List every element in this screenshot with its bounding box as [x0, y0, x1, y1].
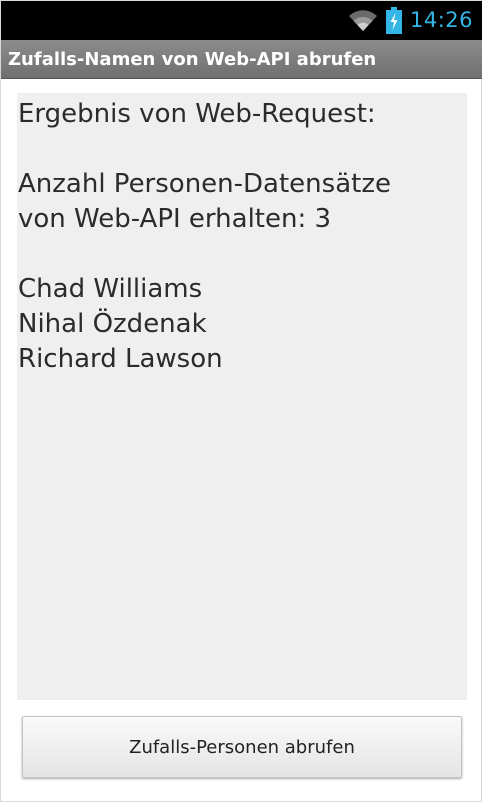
status-clock: 14:26 [409, 8, 473, 32]
result-heading: Ergebnis von Web-Request: [18, 99, 376, 129]
record-count-line-2: von Web-API erhalten: 3 [18, 204, 332, 234]
app-title: Zufalls-Namen von Web-API abrufen [8, 49, 377, 70]
battery-charging-icon [385, 7, 402, 34]
person-name: Nihal Özdenak [18, 309, 207, 339]
status-bar: 14:26 [1, 1, 482, 40]
person-name: Chad Williams [18, 274, 203, 304]
status-icons: 14:26 [348, 1, 473, 40]
phone-screen: 14:26 Zufalls-Namen von Web-API abrufen … [0, 0, 482, 802]
result-panel: Ergebnis von Web-Request: Anzahl Persone… [17, 93, 467, 700]
person-name: Richard Lawson [18, 344, 223, 374]
fetch-persons-button[interactable]: Zufalls-Personen abrufen [22, 716, 462, 778]
result-text: Ergebnis von Web-Request: Anzahl Persone… [18, 97, 391, 377]
action-bar: Zufalls-Namen von Web-API abrufen [1, 40, 482, 79]
record-count-line-1: Anzahl Personen-Datensätze [18, 169, 391, 199]
wifi-icon [348, 9, 377, 31]
